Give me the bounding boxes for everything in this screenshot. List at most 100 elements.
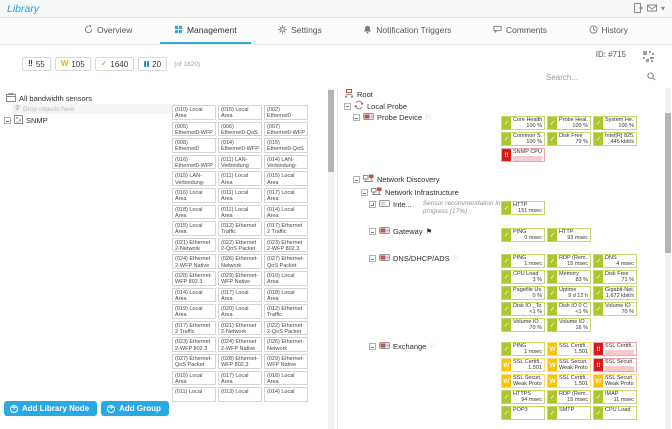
collapse-box-icon[interactable] [344,102,351,110]
library-sensor-item[interactable]: (019) Local Area [172,304,216,319]
library-sensor-item[interactable]: (022) Ethernet 2-QoS Packet [264,320,308,336]
collapse-box-icon[interactable] [369,228,376,235]
tab-notification-triggers[interactable]: Notification Triggers [349,18,465,44]
library-sensor-item[interactable]: (024) Ethernet 2-WFP Native [172,254,216,269]
sensor-cell[interactable]: ✓ SMTP [547,406,591,420]
flag-outline-icon[interactable]: ⚐ [453,254,460,263]
sensor-cell[interactable]: WSSL Securi...Weak Proto... [593,374,637,388]
library-sensor-item[interactable]: (011) Local [172,387,216,402]
library-sensor-item[interactable]: (015) Local Area [172,370,216,386]
library-sensor-item[interactable]: (024) Ethernet 2-WFP Native [218,337,262,352]
collapse-box-icon[interactable] [353,176,360,183]
tree-node-dns-dhcp-ads[interactable]: DNS/DHCP/ADS ⚐ [369,254,459,263]
library-sensor-item[interactable]: (026) Ethernet-Network [218,254,262,269]
sensor-cell[interactable]: ✓ HTTP 93 msec [547,228,591,242]
library-sensor-item[interactable]: (011) Local Area [218,171,262,186]
library-sensor-item[interactable]: (017) Local Area [218,370,262,386]
sensor-cell[interactable]: ✓ Disk Free 79 % [547,132,591,146]
sensor-cell[interactable]: ✓ System He... 100 % [593,116,637,130]
library-root-row[interactable]: All bandwidth sensors [6,93,92,104]
sensor-cell[interactable]: ✓ Volume IO ... 70 % [593,302,637,316]
library-sensor-item[interactable]: (018) Local Area [264,370,308,386]
library-sensor-item[interactable]: (017) Ethernet 2 Traffic [172,320,216,336]
collapse-box-icon[interactable] [369,343,376,350]
sensor-cell[interactable]: ✓Disk IO _To...<1 % [501,302,545,316]
library-sensor-item[interactable]: (015) LAN-Verbindung- [172,171,216,186]
sensor-cell[interactable]: ‼ SSL Securi... [593,358,637,372]
expand-box-icon[interactable] [369,201,376,208]
tree-node-probe-device[interactable]: Probe Device ⚐ [353,113,432,122]
new-item-icon[interactable] [633,0,643,18]
sensor-cell[interactable]: W SSL Certifi... 1,501 [547,374,591,388]
sensor-cell[interactable]: ✓ PING 0 msec [501,228,545,242]
library-sensor-item[interactable]: (027) Ethernet-QoS Packet [172,353,216,369]
sensor-cell[interactable]: ✓ PING 1 msec [501,342,545,356]
sensor-cell[interactable]: ✓ IMAP 11 msec [593,390,637,404]
library-sensor-item[interactable]: (023) Ethernet 2-WFP 802.3 [264,237,308,253]
tab-comments[interactable]: Comments [479,18,561,44]
left-scrollbar-thumb[interactable] [328,90,334,172]
library-sensor-item[interactable]: (015) Local Area [172,221,216,236]
library-sensor-item[interactable]: (012) Ethernet Traffic [264,304,308,319]
library-sensor-item[interactable]: (002) Ethernet0 Traffic [264,105,308,120]
sensor-cell[interactable]: ✓ PING 1 msec [501,254,545,268]
collapse-box-icon[interactable] [353,114,360,121]
qr-grid-icon[interactable] [643,49,654,67]
tree-node-network-discovery[interactable]: Network Discovery [353,174,440,185]
sensor-cell[interactable]: ✓ HTTP 151 msec [501,201,545,215]
library-sensor-item[interactable]: (008) Ethernet0 Traffic [172,138,216,153]
tab-settings[interactable]: Settings [264,18,336,44]
sensor-cell[interactable]: ✓ RDP (Rem... 15 msec [547,254,591,268]
sensor-cell[interactable]: ✓ Uptime 9 d 12 h [547,286,591,300]
flag-outline-icon[interactable]: ⚐ [425,113,432,122]
library-sensor-item[interactable]: (029) Ethernet-WFP Native [264,353,308,369]
sensor-cell[interactable]: ✓ DNS 4 msec [593,254,637,268]
add-library-node-button[interactable]: + Add Library Node [4,401,98,416]
sensor-cell[interactable]: ✓ Volume IO ... 70 % [501,318,545,332]
sensor-cell[interactable]: ✓ Common S... 100 % [501,132,545,146]
library-sensor-item[interactable]: (018) Local Area [172,204,216,220]
sensor-cell[interactable]: W SSL Certifi... 1,501 [547,342,591,356]
library-sensor-item[interactable]: (011) Local Area [218,187,262,203]
library-sensor-item[interactable]: (017) Local Area [218,287,262,303]
flag-black-icon[interactable]: ⚑ [426,227,433,236]
library-sensor-item[interactable]: (018) Local Area [264,287,308,303]
sensor-cell[interactable]: W SSL Certifi... 1,501 [501,358,545,372]
envelope-icon[interactable] [646,0,657,18]
library-sensor-item[interactable]: (023) Ethernet 2-WFP 802.3 [172,337,216,352]
sensor-cell[interactable]: ✓Gigabit-Net...1,672 kbit/s [593,286,637,300]
library-sensor-item[interactable]: (015) Local Area [264,171,308,186]
library-sensor-item[interactable]: (022) Ethernet 2-QoS Packet [218,237,262,253]
library-sensor-item[interactable]: (010) Local Area [264,270,308,286]
tree-node-network-infrastructure[interactable]: Network Infrastructure [361,187,459,198]
library-sensor-item[interactable]: (014) Local Area [264,204,308,220]
sensor-cell[interactable]: ✓Intel[R] 825...445 kbit/s [593,132,637,146]
count-down[interactable]: ‼ 55 [22,57,51,71]
tab-history[interactable]: History [575,18,642,44]
library-sensor-item[interactable]: (010) Local Area [172,105,216,120]
right-scrollbar-thumb[interactable] [665,113,671,253]
library-sensor-item[interactable]: (014) Ethernet0-WFP Native [218,138,262,153]
library-sensor-item[interactable]: (014) LAN-Verbindung-QoS [264,154,308,170]
library-sensor-item[interactable]: (007) Ethernet0-WFP 802.3 [264,121,308,137]
collapse-box-icon[interactable] [4,117,11,124]
tree-node-root[interactable]: Root [344,89,373,100]
library-sensor-item[interactable]: (016) Local Area [172,187,216,203]
library-sensor-item[interactable]: (028) Ethernet-WFP 802.3 [172,270,216,286]
sensor-cell[interactable]: ✓ HTTPS 94 msec [501,390,545,404]
sensor-cell[interactable]: ✓ Memory 83 % [547,270,591,284]
collapse-box-icon[interactable] [361,189,368,196]
sensor-cell[interactable]: ‼ SSL Certifi... [593,342,637,356]
tree-node-gateway[interactable]: Gateway ⚑ [369,227,432,236]
count-warn[interactable]: W 105 [54,57,91,71]
library-node-snmp[interactable]: SNMP [4,115,48,126]
library-sensor-item[interactable]: (011) LAN-Verbindung [218,154,262,170]
sensor-cell[interactable]: ✓ Disk IO 0 C: <1 % [547,302,591,316]
library-sensor-item[interactable]: (028) Ethernet-WFP 802.3 [218,353,262,369]
sensor-cell[interactable]: ✓ POP3 [501,406,545,420]
library-sensor-item[interactable]: (006) Ethernet0-QoS Packet [218,121,262,137]
library-sensor-item[interactable]: (015) Ethernet0-QoS Packet [264,138,308,153]
library-sensor-item[interactable]: (016) Ethernet0-WFP 802.3 [172,154,216,170]
search-input[interactable]: Search... [546,68,656,89]
sensor-cell[interactable]: WSSL Securi...Weak Proto... [501,374,545,388]
